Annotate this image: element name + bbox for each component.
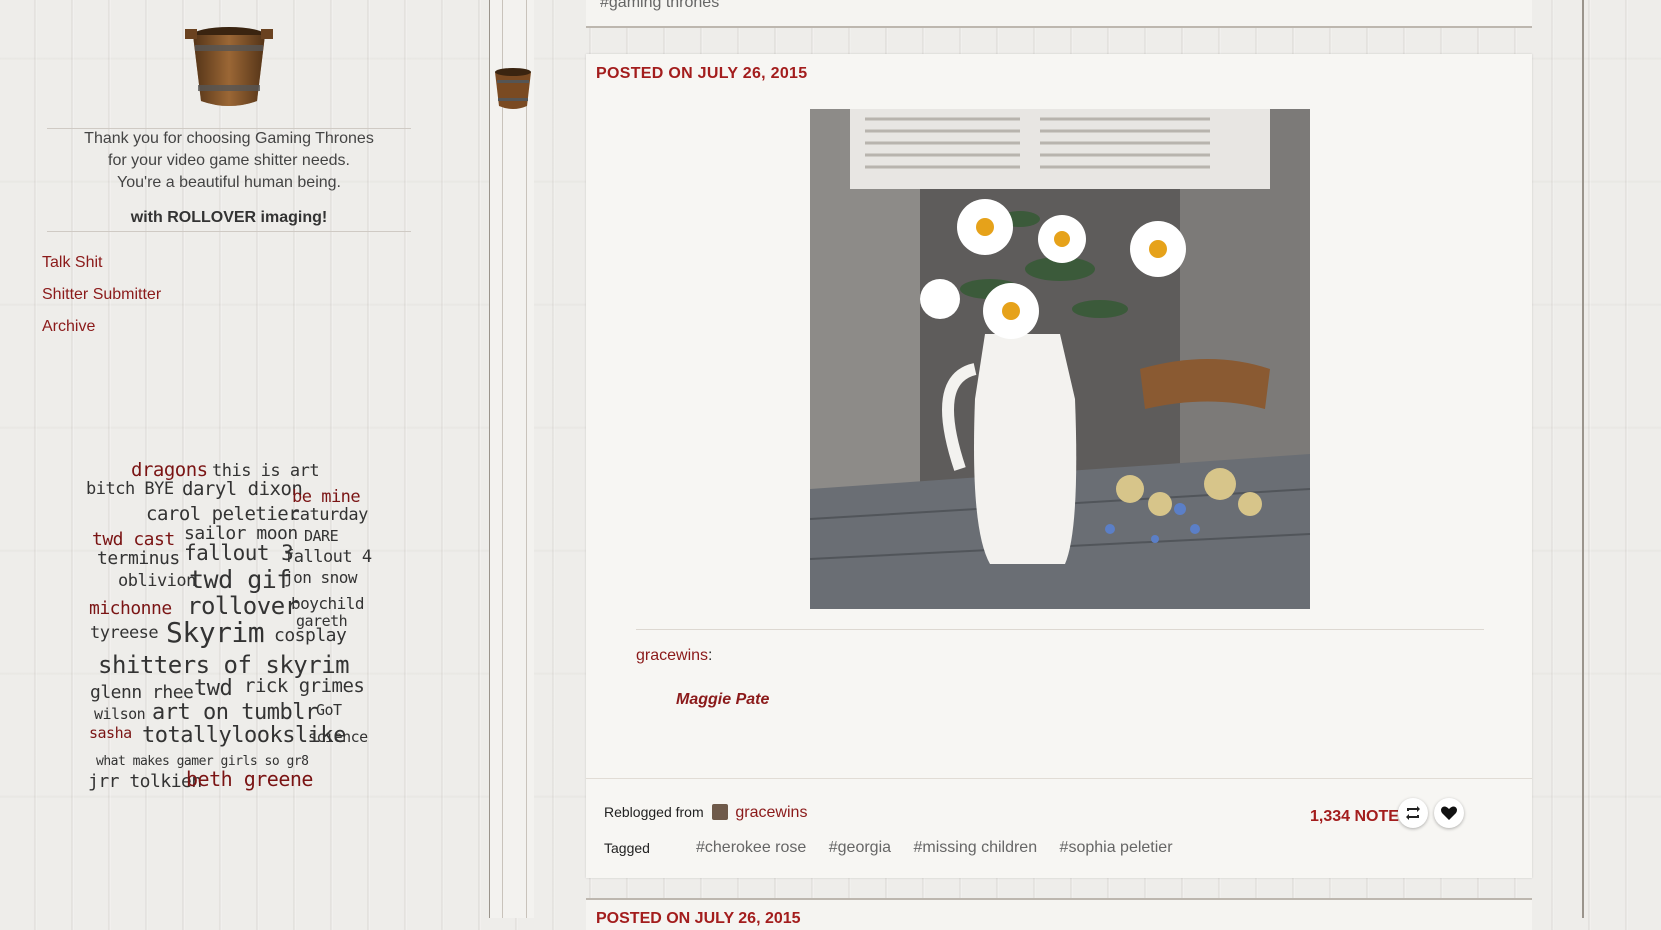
rollover-note: with ROLLOVER imaging! — [130, 209, 328, 226]
post-tag[interactable]: #cherokee rose — [696, 839, 806, 856]
tag-cloud: dragons this is art bitch BYE daryl dixo… — [84, 455, 384, 800]
tag-cloud-item[interactable]: beth greene — [186, 769, 313, 789]
tag-cloud-item[interactable]: michonne — [89, 600, 172, 618]
tagged-label: Tagged — [604, 840, 650, 856]
quote-name[interactable]: Maggie Pate — [676, 691, 769, 709]
column-border-right — [1582, 0, 1584, 918]
post-footer-divider — [586, 778, 1532, 779]
sidebar-divider — [47, 231, 411, 232]
nav-link-shitter-submitter[interactable]: Shitter Submitter — [42, 284, 161, 316]
description-line: for your video game shitter needs. — [108, 152, 350, 169]
tag-cloud-item[interactable]: carol peletier — [146, 505, 300, 524]
caption-divider — [636, 629, 1484, 630]
description-line: Thank you for choosing Gaming Thrones — [84, 130, 374, 147]
nav-link-archive[interactable]: Archive — [42, 316, 161, 348]
tag-cloud-item[interactable]: caturday — [290, 507, 368, 524]
tag-cloud-item[interactable]: jrr tolkien — [88, 773, 202, 791]
source-colon: : — [708, 647, 713, 664]
tag-cloud-item[interactable]: GoT — [316, 703, 342, 718]
post-tag[interactable]: #gaming thrones — [600, 0, 719, 12]
tag-cloud-item[interactable]: terminus — [97, 550, 180, 568]
reblogged-user-link[interactable]: gracewins — [735, 804, 807, 821]
column-strip — [490, 0, 534, 918]
bucket-icon — [495, 68, 531, 109]
description-line: You're a beautiful human being. — [117, 174, 341, 191]
tag-cloud-item[interactable]: daryl dixon — [182, 480, 303, 499]
reblog-icon — [1406, 806, 1420, 820]
sidebar: Thank you for choosing Gaming Thrones fo… — [0, 0, 460, 918]
heart-icon — [1441, 806, 1457, 820]
tag-cloud-item[interactable]: rollover — [187, 594, 299, 618]
post-photo[interactable] — [810, 109, 1310, 609]
avatar[interactable] — [711, 804, 728, 820]
tag-cloud-item[interactable]: be mine — [292, 489, 361, 506]
source-attribution: gracewins: — [636, 647, 712, 665]
tag-cloud-item[interactable]: twd cast — [92, 531, 175, 549]
tag-cloud-item[interactable]: cosplay — [274, 627, 347, 645]
source-user-link[interactable]: gracewins — [636, 647, 708, 664]
tag-cloud-item[interactable]: oblivion — [118, 573, 196, 590]
tag-cloud-item[interactable]: fallout 4 — [284, 549, 372, 566]
post-tag[interactable]: #missing children — [913, 839, 1037, 856]
tag-cloud-item[interactable]: boychild — [291, 596, 365, 612]
tag-cloud-item[interactable]: jon snow — [284, 570, 358, 586]
post: POSTED ON JULY 26, 2015 gracewins: Maggi… — [586, 54, 1532, 878]
reblogged-from-label: Reblogged from — [604, 804, 704, 820]
tag-cloud-item[interactable]: fallout 3 — [184, 543, 294, 564]
tag-cloud-item[interactable]: art on tumblr — [152, 702, 318, 724]
nav-link-talk-shit[interactable]: Talk Shit — [42, 252, 161, 284]
tag-cloud-item[interactable]: shitters of skyrim — [98, 653, 350, 677]
reblog-button[interactable] — [1398, 798, 1428, 828]
tag-cloud-item[interactable]: Skyrim — [166, 619, 265, 647]
next-post: POSTED ON JULY 26, 2015 — [586, 898, 1532, 930]
like-button[interactable] — [1434, 798, 1464, 828]
sidebar-nav: Talk Shit Shitter Submitter Archive — [42, 252, 161, 348]
blog-description: Thank you for choosing Gaming Thrones fo… — [47, 128, 411, 194]
reblog-info: Reblogged from gracewins — [604, 804, 807, 822]
post-tags: #cherokee rose #georgia #missing childre… — [696, 839, 1191, 857]
post-date[interactable]: POSTED ON JULY 26, 2015 — [596, 910, 801, 928]
tag-cloud-item[interactable]: twd gif — [189, 567, 291, 592]
tag-cloud-item[interactable]: rick grimes — [244, 677, 365, 696]
tag-cloud-item[interactable]: tyreese — [90, 625, 159, 642]
notes-count[interactable]: 1,334 NOTES — [1310, 808, 1410, 826]
post-date[interactable]: POSTED ON JULY 26, 2015 — [596, 65, 807, 83]
tag-cloud-item[interactable]: wilson — [94, 707, 146, 722]
tag-cloud-item[interactable]: science — [308, 730, 368, 745]
previous-post: #gaming thrones — [586, 0, 1532, 28]
tag-cloud-item[interactable]: bitch BYE — [86, 481, 174, 498]
post-tag[interactable]: #sophia peletier — [1060, 839, 1173, 856]
tag-cloud-item[interactable]: sasha — [89, 726, 132, 741]
bucket-logo-icon — [185, 27, 273, 106]
post-tag[interactable]: #georgia — [829, 839, 891, 856]
tag-cloud-item[interactable]: DARE — [304, 529, 339, 544]
tag-cloud-item[interactable]: twd — [194, 678, 233, 700]
